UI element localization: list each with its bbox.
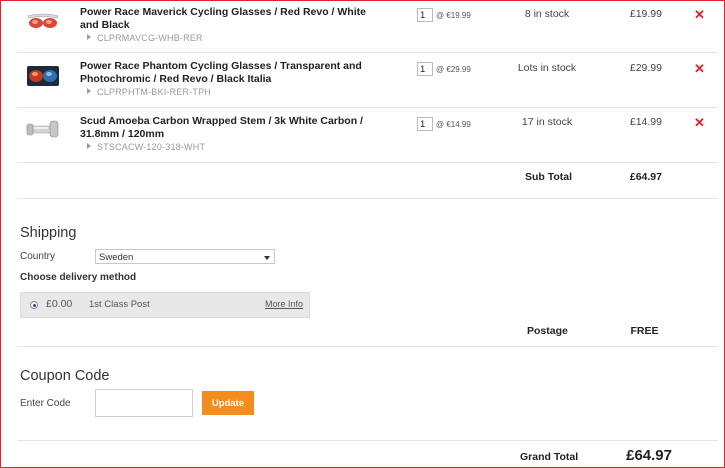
delivery-price: £0.00 (46, 298, 73, 310)
product-name[interactable]: Scud Amoeba Carbon Wrapped Stem / 3k Whi… (80, 115, 370, 141)
cart-panel: Power Race Maverick Cycling Glasses / Re… (17, 0, 718, 468)
line-price: £29.99 (629, 62, 662, 74)
coupon-code-input[interactable] (95, 389, 193, 417)
product-sku: CLPRMAVCG-WHB-RER (87, 33, 203, 43)
subtotal-value: £64.97 (629, 171, 662, 183)
enter-code-label: Enter Code (20, 398, 71, 409)
shipping-title: Shipping (20, 225, 77, 241)
delivery-radio[interactable] (30, 301, 38, 309)
remove-item-icon[interactable]: ✕ (694, 115, 705, 131)
grand-total-label: Grand Total (520, 451, 579, 463)
caret-right-icon (87, 34, 91, 40)
grand-total-value: £64.97 (626, 447, 672, 464)
postage-value: FREE (630, 325, 659, 337)
unit-price: @ €14.99 (436, 120, 471, 129)
divider (17, 198, 718, 199)
coupon-title: Coupon Code (20, 368, 110, 384)
remove-item-icon[interactable]: ✕ (694, 7, 705, 23)
line-price: £19.99 (629, 8, 662, 20)
postage-label: Postage (527, 325, 568, 337)
quantity-input[interactable]: 1 (417, 117, 433, 131)
line-price: £14.99 (629, 116, 662, 128)
update-button[interactable]: Update (202, 391, 254, 415)
product-name[interactable]: Power Race Phantom Cycling Glasses / Tra… (80, 60, 370, 86)
country-selected-value: Sweden (99, 252, 134, 263)
stem-thumbnail (26, 120, 59, 138)
divider (17, 162, 718, 163)
subtotal-label: Sub Total (525, 171, 573, 183)
country-select[interactable]: Sweden (95, 249, 275, 264)
divider (17, 107, 718, 108)
caret-right-icon (87, 143, 91, 149)
divider (17, 52, 718, 53)
stock-status: Lots in stock (517, 62, 577, 74)
chevron-down-icon (264, 256, 270, 260)
more-info-link[interactable]: More Info (265, 299, 303, 309)
divider (17, 346, 718, 347)
stock-status: 8 in stock (524, 8, 570, 20)
remove-item-icon[interactable]: ✕ (694, 61, 705, 77)
stock-status: 17 in stock (521, 116, 573, 128)
unit-price: @ €19.99 (436, 11, 471, 20)
caret-right-icon (87, 88, 91, 94)
product-name[interactable]: Power Race Maverick Cycling Glasses / Re… (80, 6, 370, 32)
quantity-input[interactable]: 1 (417, 8, 433, 22)
product-sku: STSCACW-120-318-WHT (87, 142, 205, 152)
delivery-method-name: 1st Class Post (89, 299, 150, 310)
country-label: Country (20, 251, 56, 262)
glasses-phantom-thumbnail (27, 66, 59, 86)
divider (17, 440, 718, 441)
glasses-maverick-thumbnail (27, 13, 59, 28)
delivery-method-label: Choose delivery method (20, 272, 137, 283)
unit-price: @ €29.99 (436, 65, 471, 74)
product-sku: CLPRPHTM-BKI-RER-TPH (87, 87, 211, 97)
quantity-input[interactable]: 1 (417, 62, 433, 76)
delivery-option[interactable]: £0.00 1st Class Post More Info (20, 292, 310, 318)
